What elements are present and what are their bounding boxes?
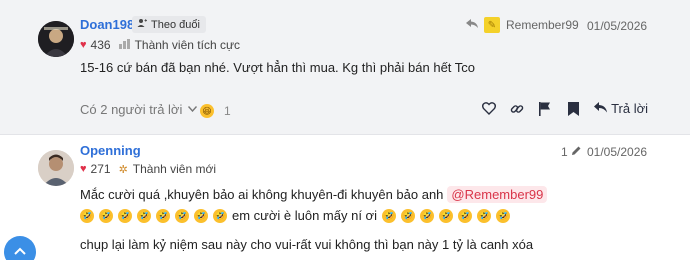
post-1: Doan1984 Theo đuổi ♥ 436 Thành viên tích… bbox=[0, 0, 690, 135]
sprout-icon: ✲ bbox=[118, 163, 128, 176]
rofl-emoji-icon: 🤣 bbox=[194, 208, 208, 223]
scroll-top-button[interactable] bbox=[4, 236, 36, 260]
rofl-emoji-icon: 🤣 bbox=[495, 208, 510, 223]
pencil-icon bbox=[571, 145, 582, 159]
rofl-emoji-icon: 🤣 bbox=[99, 208, 113, 223]
avatar[interactable] bbox=[38, 150, 74, 186]
edit-info[interactable]: 1 bbox=[561, 145, 582, 159]
follow-label: Theo đuổi bbox=[151, 18, 200, 31]
user-plus-icon bbox=[137, 18, 147, 31]
rofl-emoji-icon: 🤣 bbox=[476, 208, 491, 223]
mini-avatar: ✎ bbox=[484, 17, 500, 33]
rofl-emoji-icon: 🤣 bbox=[156, 208, 170, 223]
likes-count: 271 bbox=[90, 162, 111, 176]
replies-toggle[interactable]: Có 2 người trả lời bbox=[80, 102, 198, 117]
rofl-emoji-icon: 🤣 bbox=[419, 208, 434, 223]
bookmark-icon[interactable] bbox=[566, 101, 580, 116]
post-date[interactable]: 01/05/2026 bbox=[587, 19, 647, 33]
link-icon[interactable] bbox=[510, 102, 524, 116]
post-date[interactable]: 01/05/2026 bbox=[587, 145, 647, 159]
likes-count: 436 bbox=[90, 38, 111, 52]
rofl-emoji-icon: 🤣 bbox=[213, 208, 227, 223]
user-meta: ♥ 271 ✲ Thành viên mới bbox=[80, 162, 216, 176]
post-body-line-1: Mắc cười quá ,khuyên bảo ai không khuyên… bbox=[80, 186, 548, 203]
laugh-emoji-icon: 😆 bbox=[200, 104, 214, 118]
post-body-text: em cười è luôn mấy ní ơi bbox=[232, 208, 377, 223]
username[interactable]: Openning bbox=[80, 143, 141, 158]
post-actions: Trả lời bbox=[482, 101, 648, 116]
edit-count: 1 bbox=[561, 145, 568, 159]
rank-icon bbox=[118, 38, 130, 52]
heart-outline-icon[interactable] bbox=[482, 102, 497, 116]
heart-icon: ♥ bbox=[80, 39, 87, 51]
user-meta: ♥ 436 Thành viên tích cực bbox=[80, 38, 240, 52]
rofl-emoji-icon: 🤣 bbox=[175, 208, 189, 223]
rofl-emoji-icon: 🤣 bbox=[80, 208, 94, 223]
user-rank: Thành viên tích cực bbox=[134, 38, 240, 52]
rofl-emoji-icon: 🤣 bbox=[457, 208, 472, 223]
rofl-emoji-icon: 🤣 bbox=[400, 208, 415, 223]
post-body-text: Mắc cười quá ,khuyên bảo ai không khuyên… bbox=[80, 187, 444, 202]
rofl-emoji-icon: 🤣 bbox=[381, 208, 396, 223]
reply-to[interactable]: ✎ Remember99 bbox=[466, 17, 579, 33]
reply-button[interactable]: Trả lời bbox=[594, 101, 648, 116]
reaction-count: 1 bbox=[224, 104, 231, 118]
flag-icon[interactable] bbox=[538, 101, 552, 116]
replies-label: Có 2 người trả lời bbox=[80, 102, 183, 117]
user-rank: Thành viên mới bbox=[132, 162, 217, 176]
reply-label: Trả lời bbox=[611, 101, 648, 116]
post-body: 15-16 cứ bán đã bạn nhé. Vượt hẳn thì mu… bbox=[80, 60, 476, 75]
post-body-line-3: chụp lại làm kỷ niệm sau này cho vui-rất… bbox=[80, 237, 534, 252]
mention-link[interactable]: @Remember99 bbox=[447, 186, 548, 203]
avatar[interactable] bbox=[38, 21, 74, 57]
reply-icon bbox=[594, 101, 608, 116]
reply-arrow-icon bbox=[466, 18, 478, 32]
heart-icon: ♥ bbox=[80, 163, 87, 175]
rofl-emoji-icon: 🤣 bbox=[118, 208, 132, 223]
reply-to-user: Remember99 bbox=[506, 18, 579, 32]
chevron-down-icon bbox=[188, 104, 198, 115]
post-body-line-2: 🤣 🤣 🤣 🤣 🤣 🤣 🤣 🤣 em cười è luôn mấy ní ơi… bbox=[80, 208, 510, 223]
rofl-emoji-icon: 🤣 bbox=[137, 208, 151, 223]
chevron-up-icon bbox=[14, 242, 26, 258]
rofl-emoji-icon: 🤣 bbox=[438, 208, 453, 223]
reactions[interactable]: 😆 1 bbox=[200, 104, 231, 118]
follow-button[interactable]: Theo đuổi bbox=[132, 16, 206, 33]
